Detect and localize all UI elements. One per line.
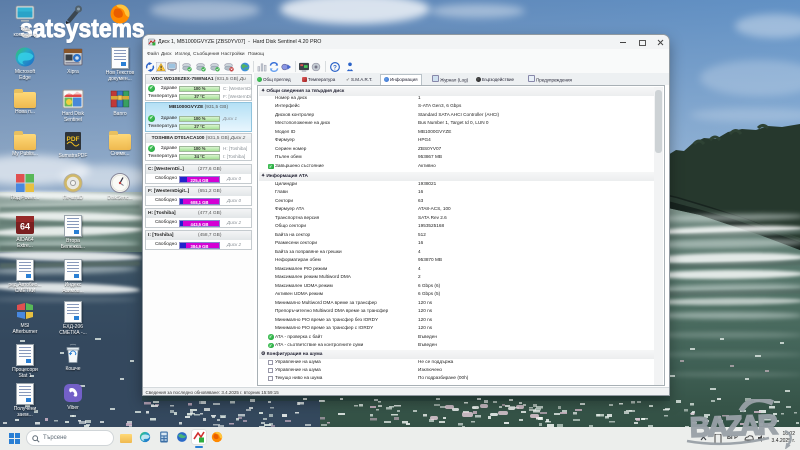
svg-text:PDF: PDF (67, 136, 80, 143)
svg-text:?: ? (333, 64, 337, 71)
svg-text:64: 64 (20, 222, 30, 232)
